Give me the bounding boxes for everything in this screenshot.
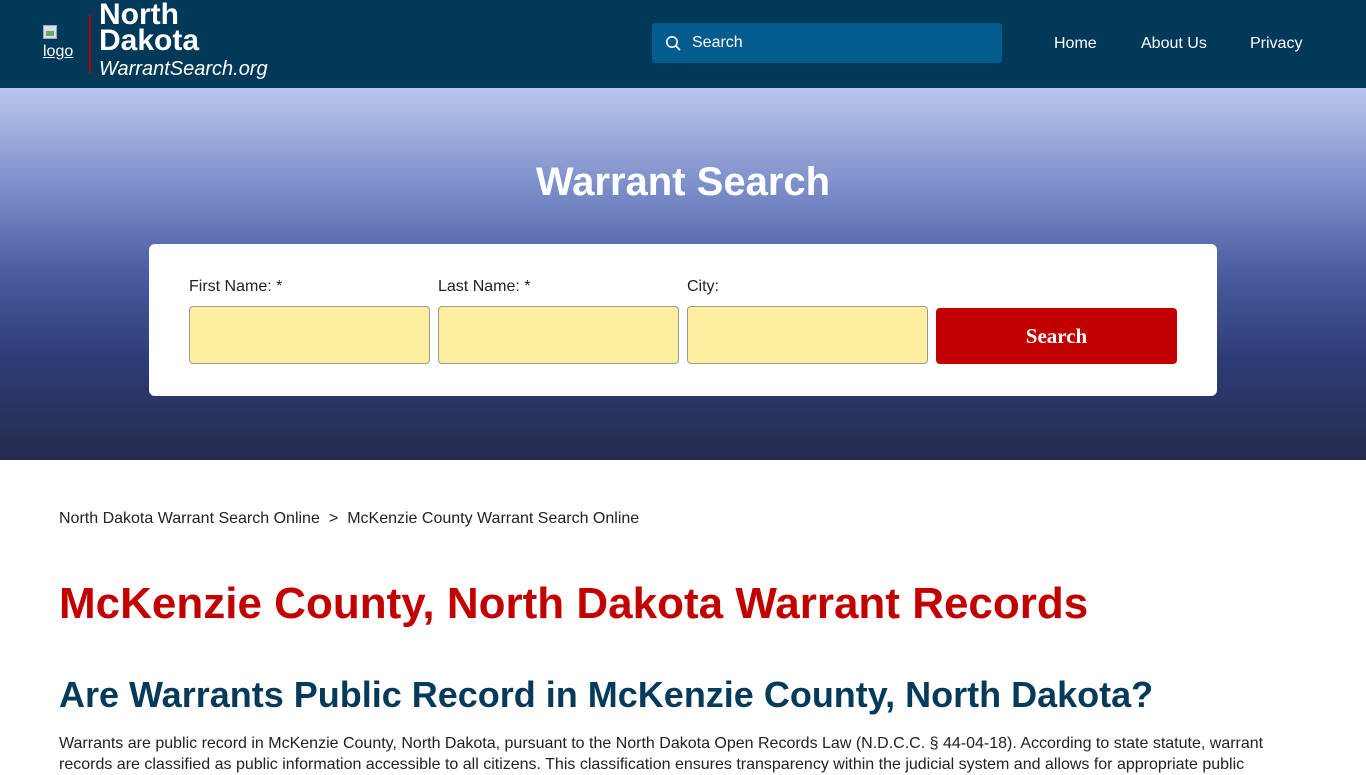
logo-link[interactable]: logo (43, 25, 77, 61)
nav-privacy[interactable]: Privacy (1250, 33, 1302, 55)
site-header: logo North Dakota WarrantSearch.org Home… (0, 0, 1366, 88)
breadcrumb-separator: > (328, 510, 339, 527)
last-name-label: Last Name: * (438, 278, 531, 295)
first-name-label: First Name: * (189, 278, 283, 295)
search-button[interactable]: Search (936, 308, 1177, 364)
brand-home-link[interactable]: North Dakota WarrantSearch.org (99, 0, 268, 81)
hero-title: Warrant Search (535, 160, 831, 204)
breadcrumb: North Dakota Warrant Search Online > McKen… (59, 509, 639, 529)
last-name-group: Last Name: * (438, 277, 679, 364)
header-search-input[interactable] (692, 23, 992, 63)
section-heading: Are Warrants Public Record in McKenzie C… (59, 674, 1154, 715)
city-label: City: (687, 278, 719, 295)
breadcrumb-item-county: McKenzie County Warrant Search Online (347, 510, 640, 527)
brand-name-line2: Dakota (99, 24, 200, 57)
search-icon (666, 36, 681, 51)
broken-image-icon (43, 25, 57, 39)
page-title: McKenzie County, North Dakota Warrant Re… (59, 579, 1089, 628)
required-marker: * (276, 278, 283, 295)
required-marker: * (524, 278, 531, 295)
first-name-input[interactable] (189, 306, 430, 364)
hero-section: Warrant Search First Name: * Last Name: … (0, 88, 1366, 460)
breadcrumb-item-state[interactable]: North Dakota Warrant Search Online (59, 510, 320, 527)
logo-divider (89, 15, 91, 73)
city-group: City: (687, 277, 928, 364)
logo-alt-text: logo (43, 43, 74, 60)
body-paragraph: Warrants are public record in McKenzie C… (59, 735, 1264, 773)
first-name-group: First Name: * (189, 277, 430, 364)
header-search (652, 23, 1002, 63)
brand-domain: WarrantSearch.org (99, 58, 268, 80)
last-name-input[interactable] (438, 306, 679, 364)
nav-home[interactable]: Home (1054, 33, 1097, 55)
warrant-search-form: First Name: * Last Name: * City: Search (149, 244, 1217, 396)
city-input[interactable] (687, 306, 928, 364)
nav-about-us[interactable]: About Us (1141, 33, 1207, 55)
